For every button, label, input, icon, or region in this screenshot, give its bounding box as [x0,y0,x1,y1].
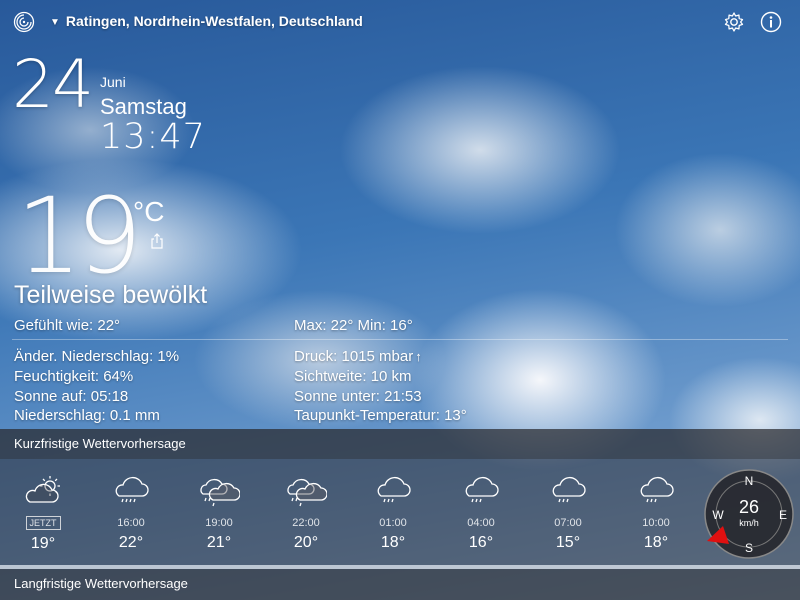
wind-speed: 26 [738,497,760,517]
location-label: Ratingen, Nordrhein-Westfalen, Deutschla… [65,13,363,29]
feels-like: Gefühlt wie: 22° [14,317,121,334]
date-month: Juni [100,74,126,90]
forecast-item[interactable]: 04:00 16° [451,464,511,552]
dew-point: Taupunkt-Temperatur: 13° [294,407,467,424]
forecast-temp: 18° [643,534,669,551]
forecast-temp: 20° [293,534,319,551]
location-selector[interactable]: ▼ Ratingen, Nordrhein-Westfalen, Deutschl… [50,13,363,29]
current-temperature: 19 [16,175,142,297]
rain-clouds-icon [287,478,327,507]
forecast-temp: 18° [380,534,406,551]
max-min-temperature: Max: 22° Min: 16° [294,317,413,334]
forecast-time: 19:00 [205,517,233,529]
forecast-item[interactable]: 07:00 15° [538,464,598,552]
info-icon[interactable] [760,11,782,33]
pressure-value: Druck: 1015 mbar [294,348,414,365]
precipitation-chance: Änder. Niederschlag: 1% [14,348,180,365]
forecast-item[interactable]: 10:00 18° [626,464,686,552]
rain-cloud-icon [377,476,411,503]
visibility: Sichtweite: 10 km [294,368,412,385]
forecast-item[interactable]: 01:00 18° [363,464,423,552]
share-icon[interactable] [150,233,164,249]
rain-cloud-icon [640,476,674,503]
forecast-time: 01:00 [379,517,407,529]
forecast-temp: 19° [30,535,56,552]
forecast-temp: 22° [118,534,144,551]
gear-icon[interactable] [723,11,745,33]
forecast-temp: 16° [468,534,494,551]
app-logo-icon[interactable] [13,11,35,33]
forecast-item[interactable]: JETZT 19° [13,464,73,553]
sunset: Sonne unter: 21:53 [294,388,422,405]
compass-north: N [744,474,754,488]
current-time: 13:47 [100,117,206,157]
rain-clouds-icon [200,478,240,507]
forecast-item[interactable]: 16:00 22° [101,464,161,552]
forecast-time: 04:00 [467,517,495,529]
long-term-forecast-header[interactable]: Langfristige Wettervorhersage [0,569,800,600]
pressure: Druck: 1015 mbar ↑ [294,348,422,365]
forecast-item[interactable]: 19:00 21° [189,464,249,552]
forecast-time: 22:00 [292,517,320,529]
forecast-time: 07:00 [554,517,582,529]
forecast-item[interactable]: 22:00 20° [276,464,336,552]
temperature-unit[interactable]: °C [133,196,164,228]
forecast-time: 16:00 [117,517,145,529]
wind-speed-unit: km/h [739,518,759,528]
forecast-temp: 15° [555,534,581,551]
details-divider [12,339,788,340]
rain-cloud-icon [115,476,149,503]
caret-down-icon: ▼ [50,17,60,28]
forecast-time: 10:00 [642,517,670,529]
compass-south: S [744,541,753,555]
wind-compass[interactable]: N E S W 26 km/h [703,468,795,560]
date-day: 24 [12,46,94,123]
forecast-time: JETZT [25,516,61,530]
weather-condition: Teilweise bewölkt [14,281,208,309]
precipitation-amount: Niederschlag: 0.1 mm [14,407,160,424]
forecast-temp: 21° [206,534,232,551]
rain-cloud-icon [552,476,586,503]
short-term-forecast-header[interactable]: Kurzfristige Wettervorhersage [0,429,800,459]
pressure-trend-icon: ↑ [415,349,422,364]
sunrise: Sonne auf: 05:18 [14,388,129,405]
rain-cloud-icon [465,476,499,503]
partly-sunny-icon [25,476,60,503]
humidity: Feuchtigkeit: 64% [14,368,134,385]
top-bar: ▼ Ratingen, Nordrhein-Westfalen, Deutschl… [0,0,800,44]
